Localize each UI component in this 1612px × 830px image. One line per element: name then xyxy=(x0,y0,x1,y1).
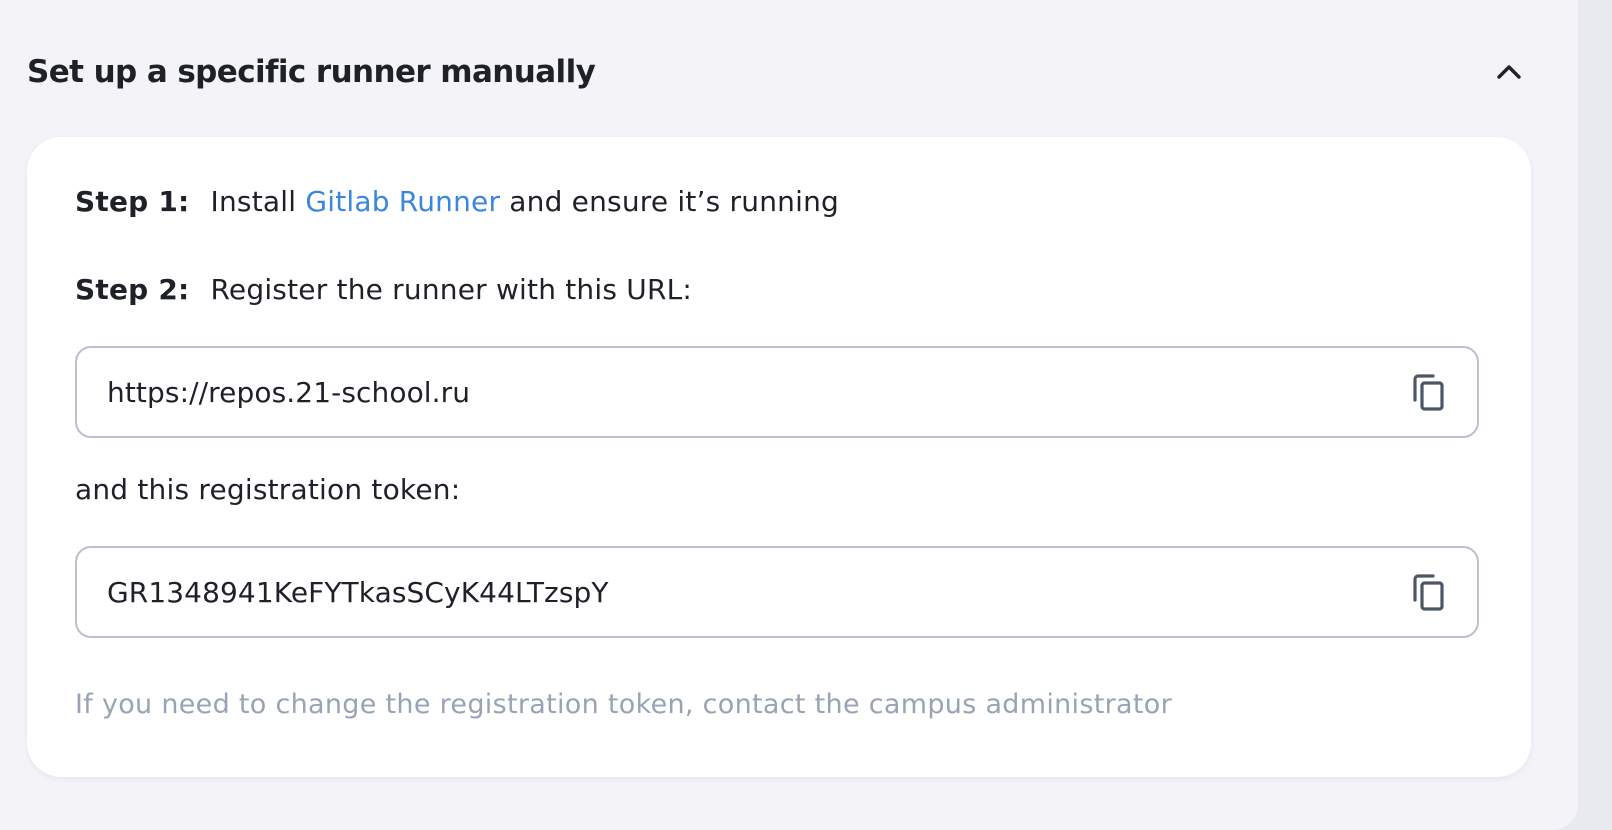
runner-setup-card: Step 1: Install Gitlab Runner and ensure… xyxy=(27,137,1531,777)
runner-url-value[interactable]: https://repos.21-school.ru xyxy=(107,376,470,409)
step-1-label: Step 1: xyxy=(75,185,190,218)
registration-token-field[interactable]: GR1348941KeFYTkasSCyK44LTzspY xyxy=(75,546,1479,638)
chevron-up-icon[interactable] xyxy=(1489,52,1529,92)
step-2: Step 2: Register the runner with this UR… xyxy=(75,273,692,306)
gitlab-runner-link[interactable]: Gitlab Runner xyxy=(305,185,500,218)
runner-url-field[interactable]: https://repos.21-school.ru xyxy=(75,346,1479,438)
step-1-text-before: Install xyxy=(210,185,297,218)
step-1: Step 1: Install Gitlab Runner and ensure… xyxy=(75,185,839,218)
step-1-text-after: and ensure it’s running xyxy=(509,185,839,218)
section-title: Set up a specific runner manually xyxy=(27,54,596,90)
step-2-label: Step 2: xyxy=(75,273,190,306)
section-header[interactable]: Set up a specific runner manually xyxy=(27,48,1537,96)
copy-icon[interactable] xyxy=(1409,372,1449,414)
copy-icon[interactable] xyxy=(1409,572,1449,614)
registration-token-value[interactable]: GR1348941KeFYTkasSCyK44LTzspY xyxy=(107,576,609,609)
token-label: and this registration token: xyxy=(75,473,461,506)
token-change-hint: If you need to change the registration t… xyxy=(75,689,1172,720)
step-2-text: Register the runner with this URL: xyxy=(210,273,693,306)
